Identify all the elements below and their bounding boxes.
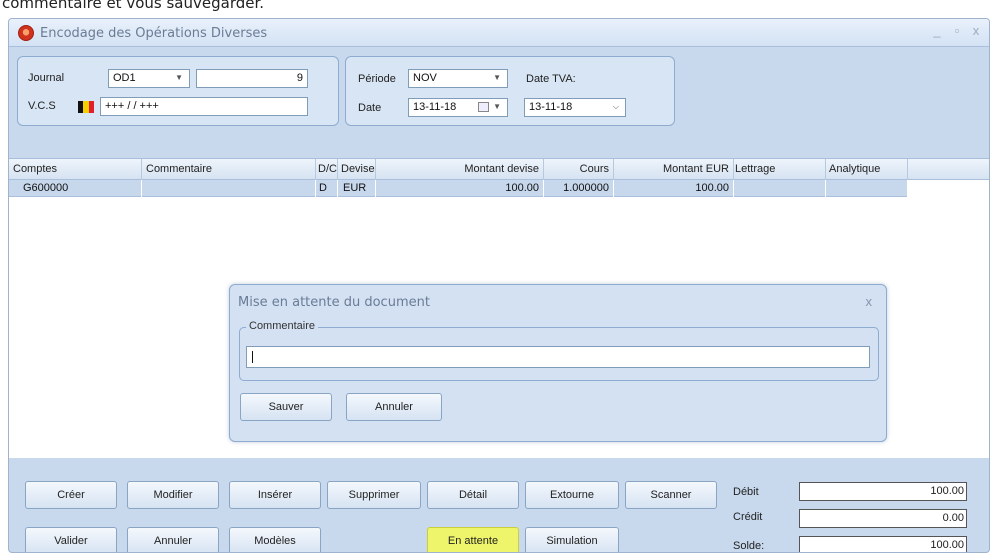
- close-icon[interactable]: x: [866, 294, 873, 309]
- cell-devise[interactable]: EUR: [343, 182, 366, 194]
- chevron-down-icon: ▼: [175, 73, 183, 82]
- journal-group: Journal OD1 ▼ 9 V.C.S +++ / / +++: [17, 56, 339, 126]
- period-group: Période NOV ▼ Date TVA: Date 13-11-18 ▼ …: [345, 56, 675, 126]
- dialog-annuler-button[interactable]: Annuler: [346, 393, 442, 421]
- col-montant-eur[interactable]: Montant EUR: [617, 163, 729, 175]
- date-tva-value: 13-11-18: [529, 101, 573, 113]
- scanner-button[interactable]: Scanner: [625, 481, 717, 509]
- window-title: Encodage des Opérations Diverses: [40, 26, 268, 41]
- cell-montant-eur[interactable]: 100.00: [617, 182, 729, 194]
- modeles-button[interactable]: Modèles: [229, 527, 321, 552]
- credit-label: Crédit: [733, 511, 763, 523]
- detail-button[interactable]: Détail: [427, 481, 519, 509]
- maximize-icon[interactable]: ▫: [947, 23, 967, 38]
- cell-compte[interactable]: G600000: [23, 182, 68, 194]
- col-montant-devise[interactable]: Montant devise: [379, 163, 539, 175]
- operations-window: Encodage des Opérations Diverses _ ▫ x J…: [8, 18, 990, 553]
- col-devise[interactable]: Devise: [341, 163, 375, 175]
- supprimer-button[interactable]: Supprimer: [327, 481, 421, 509]
- close-icon[interactable]: x: [966, 23, 986, 38]
- vcs-field[interactable]: +++ / / +++: [100, 97, 308, 116]
- comment-legend: Commentaire: [246, 320, 319, 332]
- chevron-down-icon: ▼: [493, 102, 501, 111]
- comment-fieldset: Commentaire: [239, 320, 879, 381]
- creer-button[interactable]: Créer: [25, 481, 117, 509]
- date-tva-picker[interactable]: 13-11-18 ⌵: [524, 98, 626, 117]
- cell-montant-devise[interactable]: 100.00: [379, 182, 539, 194]
- en-attente-button[interactable]: En attente: [427, 527, 519, 552]
- vcs-label: V.C.S: [28, 100, 56, 112]
- col-comptes[interactable]: Comptes: [13, 163, 57, 175]
- valider-button[interactable]: Valider: [25, 527, 117, 552]
- periode-label: Période: [358, 73, 396, 85]
- journal-number-field[interactable]: 9: [196, 69, 308, 88]
- date-label: Date: [358, 102, 382, 114]
- pending-dialog: Mise en attente du document x Commentair…: [229, 284, 887, 442]
- cell-cours[interactable]: 1.000000: [547, 182, 609, 194]
- table-row[interactable]: G600000 D EUR 100.00 1.000000 100.00: [9, 180, 907, 197]
- modifier-button[interactable]: Modifier: [127, 481, 219, 509]
- credit-field: 0.00: [799, 509, 967, 528]
- sauver-button[interactable]: Sauver: [240, 393, 332, 421]
- col-commentaire[interactable]: Commentaire: [146, 163, 212, 175]
- simulation-button[interactable]: Simulation: [525, 527, 619, 552]
- col-dc[interactable]: D/C: [318, 163, 337, 175]
- extourne-button[interactable]: Extourne: [525, 481, 619, 509]
- chevron-down-icon: ▼: [493, 73, 501, 82]
- solde-field: 100.00: [799, 536, 967, 552]
- col-cours[interactable]: Cours: [547, 163, 609, 175]
- grid-header: Comptes Commentaire D/C Devise Montant d…: [9, 158, 989, 180]
- title-bar: Encodage des Opérations Diverses _ ▫ x: [9, 19, 989, 47]
- periode-select[interactable]: NOV ▼: [408, 69, 508, 88]
- debit-label: Débit: [733, 486, 759, 498]
- date-value: 13-11-18: [413, 101, 457, 113]
- solde-label: Solde:: [733, 540, 765, 552]
- inserer-button[interactable]: Insérer: [229, 481, 321, 509]
- periode-value: NOV: [413, 72, 437, 84]
- annuler-button[interactable]: Annuler: [127, 527, 219, 552]
- minimize-icon[interactable]: _: [927, 23, 947, 38]
- dialog-title: Mise en attente du document: [238, 295, 430, 310]
- app-logo-icon: [18, 25, 34, 41]
- calendar-icon[interactable]: [478, 102, 489, 112]
- cell-dc[interactable]: D: [319, 182, 327, 194]
- comment-input[interactable]: [246, 346, 870, 368]
- window-body: Journal OD1 ▼ 9 V.C.S +++ / / +++ Périod…: [9, 48, 989, 552]
- journal-value: OD1: [113, 72, 136, 84]
- debit-field: 100.00: [799, 482, 967, 501]
- text-cursor: [252, 351, 253, 363]
- col-lettrage[interactable]: Lettrage: [735, 163, 775, 175]
- col-analytique[interactable]: Analytique: [829, 163, 880, 175]
- journal-select[interactable]: OD1 ▼: [108, 69, 190, 88]
- date-picker[interactable]: 13-11-18 ▼: [408, 98, 508, 117]
- document-caption: commentaire et vous sauvegarder.: [2, 0, 265, 12]
- belgian-flag-icon: [78, 101, 94, 113]
- chevron-down-icon: ⌵: [612, 102, 619, 111]
- date-tva-label: Date TVA:: [526, 73, 576, 85]
- journal-label: Journal: [28, 72, 65, 84]
